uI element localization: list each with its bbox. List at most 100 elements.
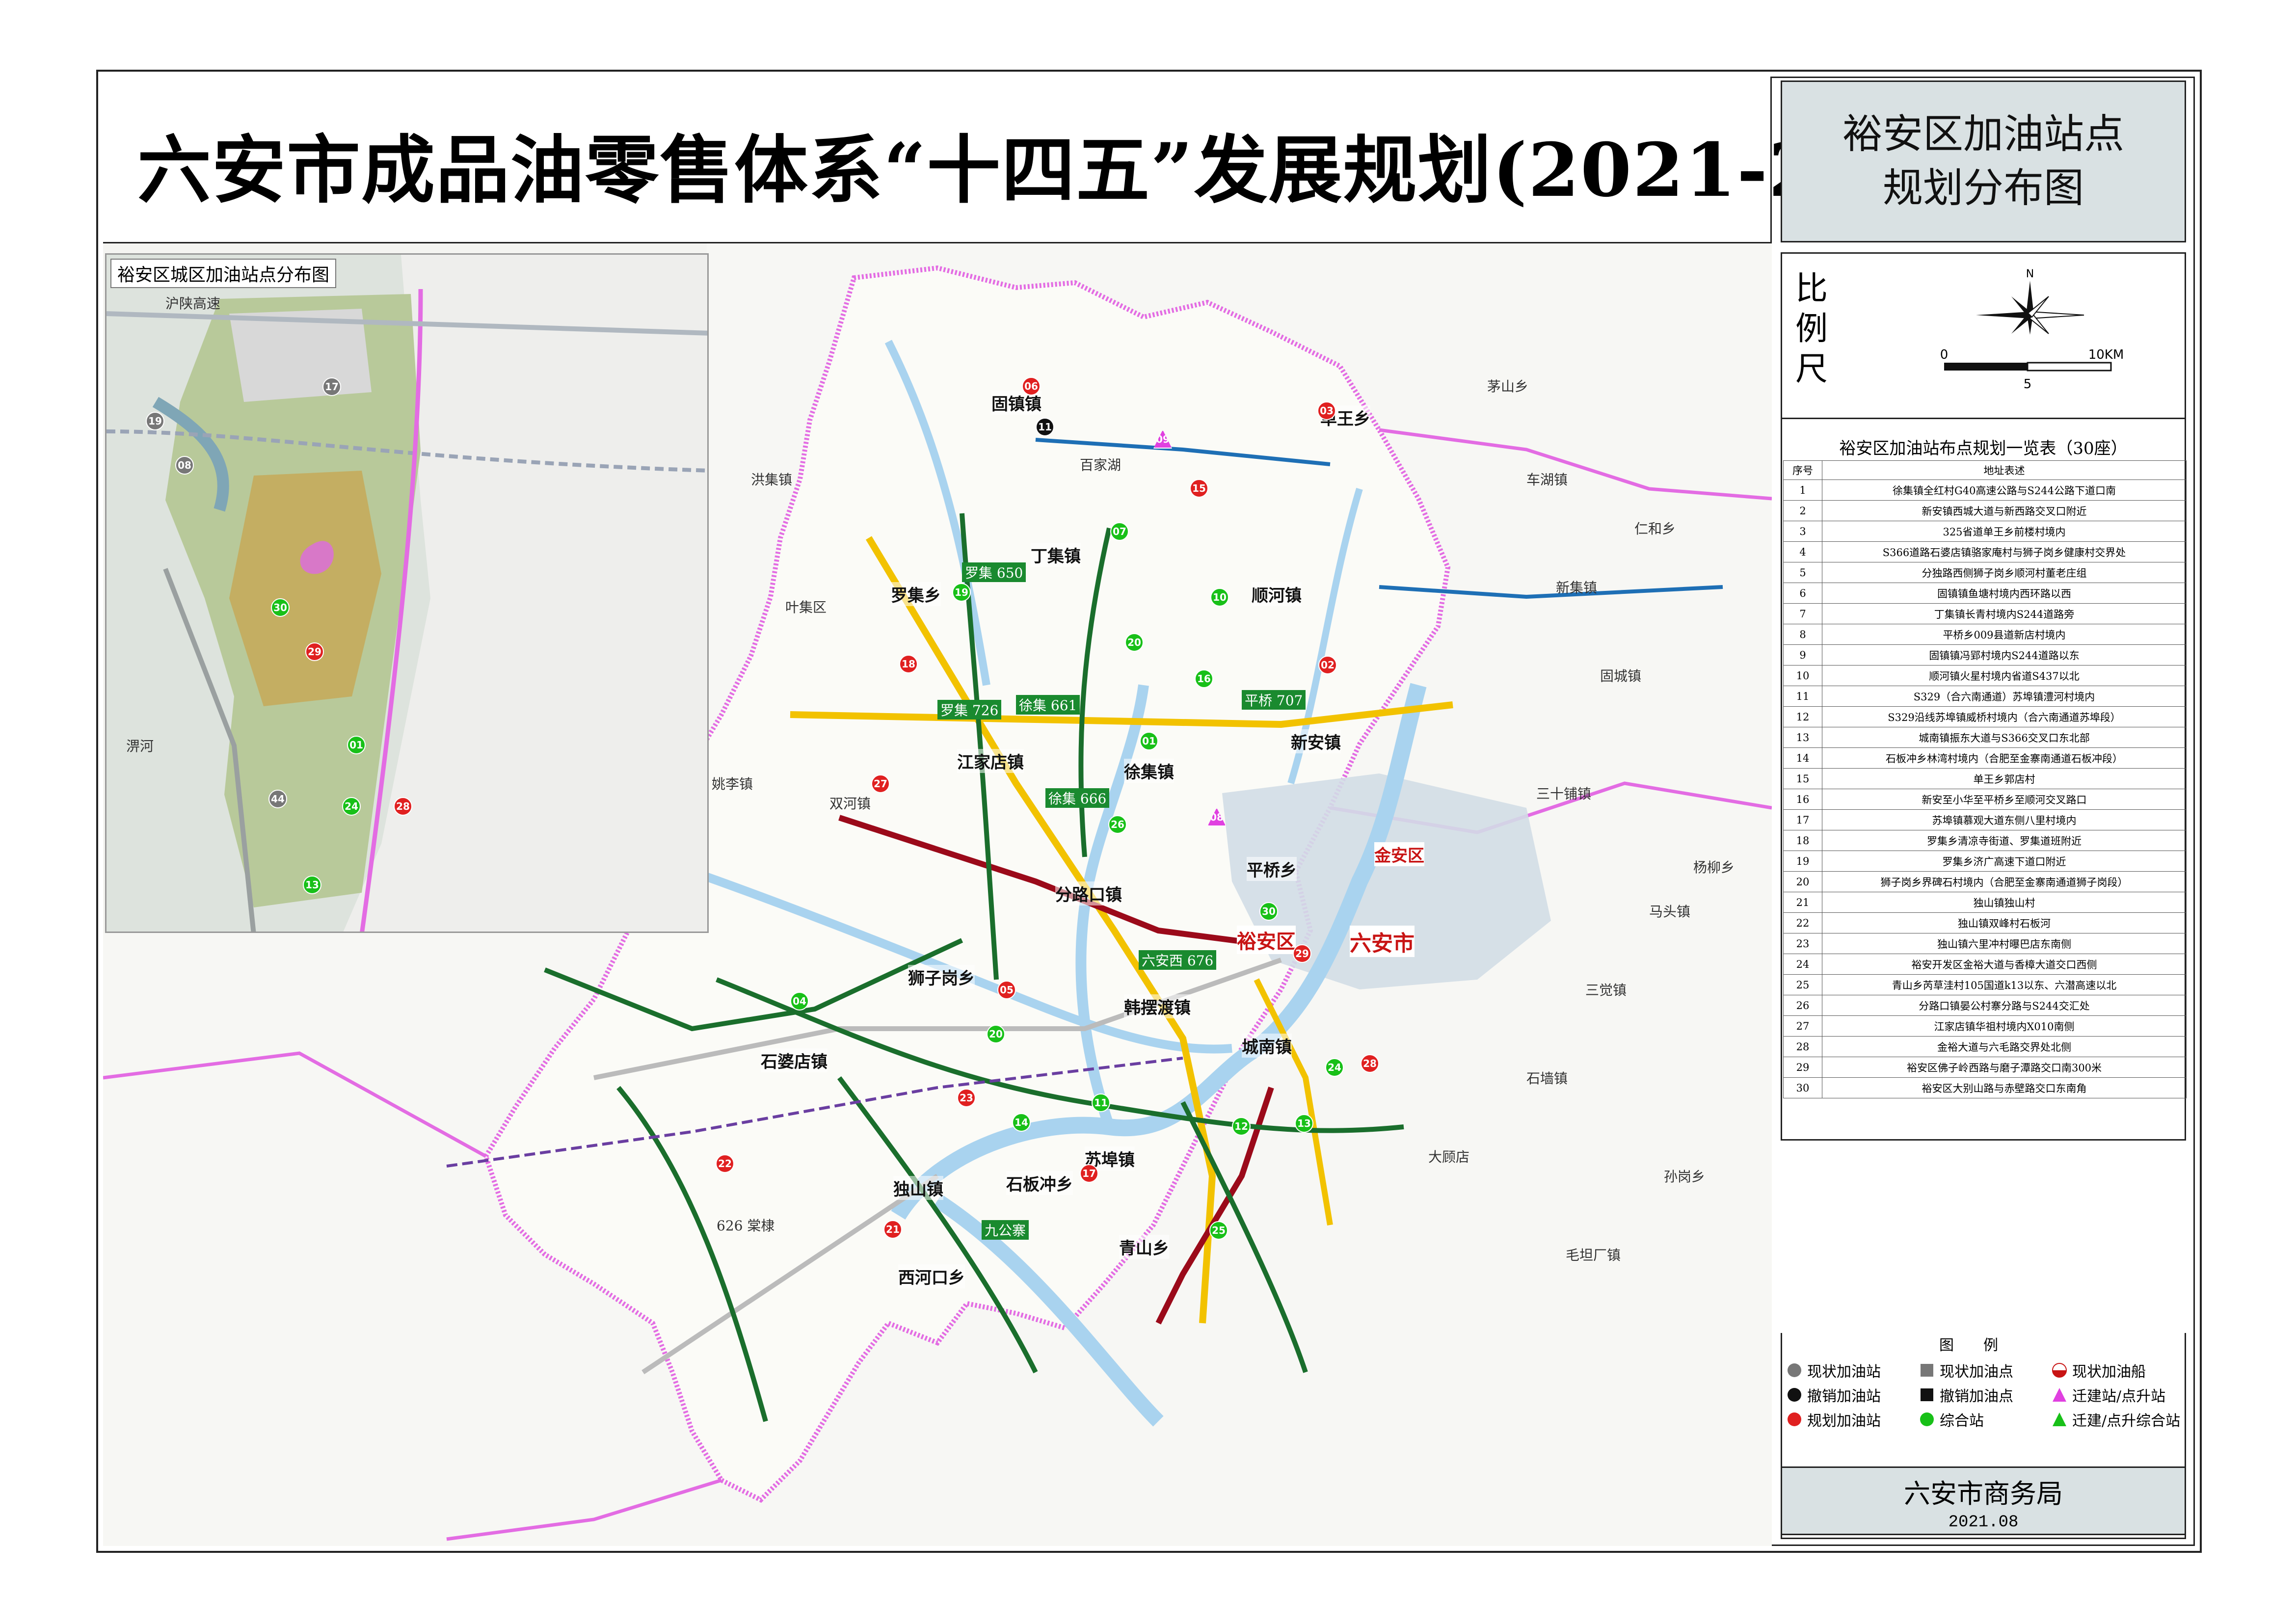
inset-station-08[interactable]: 08 — [175, 456, 194, 475]
place-label-1: 茅山乡 — [1487, 378, 1529, 395]
row-number: 20 — [1783, 871, 1822, 892]
place-label-9: 毛坦厂镇 — [1566, 1247, 1621, 1263]
table-header-row: 序号 地址表述 — [1783, 460, 2187, 480]
station-22[interactable]: 22 — [716, 1154, 734, 1173]
station-25[interactable]: 25 — [1209, 1221, 1228, 1240]
green-circle-icon — [1920, 1412, 1934, 1426]
row-address: S366道路石婆店镇骆家庵村与狮子岗乡健康村交界处 — [1822, 541, 2187, 562]
half-circle-icon — [2052, 1363, 2067, 1378]
road-label-luanxi676: 六安西 676 — [1139, 950, 1217, 970]
legend-service-station: 综合站 — [1919, 1409, 1984, 1430]
row-address: 平桥乡009县道新店村境内 — [1822, 624, 2187, 645]
legend-label: 迁建站/点升站 — [2072, 1388, 2166, 1405]
row-number: 24 — [1783, 954, 1822, 975]
row-address: 裕安开发区金裕大道与香樟大道交口西侧 — [1822, 954, 2187, 975]
row-number: 16 — [1783, 789, 1822, 810]
station-11-removed[interactable]: 11 — [1036, 418, 1054, 436]
title-block: 六安市成品油零售体系“十四五”发展规划(2021-2025年) — [103, 77, 2087, 243]
table-row: 22 独山镇双峰村石板河 — [1783, 912, 2187, 933]
station-14[interactable]: 14 — [1012, 1113, 1031, 1132]
town-fenlukou: 分路口镇 — [1055, 881, 1122, 905]
row-number: 17 — [1783, 809, 1822, 830]
table-row: 30 裕安区大别山路与赤壁路交口东南角 — [1783, 1077, 2187, 1098]
station-table-box: 裕安区加油站布点规划一览表（30座） 序号 地址表述 1 徐集镇全红村G40高速公… — [1781, 419, 2187, 1141]
panel-title: 裕安区加油站点 规划分布图 — [1781, 80, 2186, 242]
row-address: 单王乡郭店村 — [1822, 768, 2187, 789]
row-number: 7 — [1783, 603, 1822, 624]
inset-map[interactable]: 裕安区城区加油站点分布图 沪陕高速 淠河 19 08 17 30 29 44 2… — [105, 253, 709, 933]
station-26[interactable]: 26 — [1108, 815, 1127, 834]
station-16[interactable]: 16 — [1195, 669, 1213, 688]
map-area[interactable]: 裕安区城区加油站点分布图 沪陕高速 淠河 19 08 17 30 29 44 2… — [103, 243, 1772, 1546]
place-label-0: 百家湖 — [1080, 457, 1121, 473]
station-24[interactable]: 24 — [1325, 1058, 1344, 1077]
station-07[interactable]: 07 — [1110, 522, 1129, 541]
inset-station-24[interactable]: 24 — [342, 797, 361, 816]
station-15[interactable]: 15 — [1190, 479, 1208, 498]
scale-box: 比 例 尺 N 0 10KM 5 — [1781, 252, 2186, 419]
magenta-triangle-icon — [2053, 1388, 2066, 1402]
station-28[interactable]: 28 — [1361, 1054, 1379, 1073]
green-triangle-icon — [2053, 1412, 2066, 1426]
station-21[interactable]: 21 — [883, 1220, 902, 1239]
scale-tick-5: 5 — [2024, 377, 2032, 392]
station-10[interactable]: 10 — [1210, 588, 1229, 607]
station-20[interactable]: 20 — [987, 1025, 1005, 1043]
row-number: 1 — [1783, 479, 1822, 501]
row-address: 徐集镇全红村G40高速公路与S244公路下道口南 — [1822, 479, 2187, 501]
station-13[interactable]: 13 — [1295, 1114, 1313, 1133]
row-address: S329（合六南通道）苏埠镇澧河村境内 — [1822, 686, 2187, 707]
table-row: 25 青山乡芮草洼村105国道k13以东、六潜高速以北 — [1783, 974, 2187, 995]
gray-square-icon — [1921, 1364, 1933, 1377]
station-30[interactable]: 30 — [1259, 902, 1278, 921]
inset-station-17[interactable]: 17 — [322, 377, 341, 396]
town-dushan: 独山镇 — [893, 1176, 943, 1200]
station-04[interactable]: 04 — [790, 992, 809, 1011]
footer-date: 2021.08 — [1948, 1513, 2019, 1532]
row-address: 裕安区佛子岭西路与磨子潭路交口南300米 — [1822, 1057, 2187, 1078]
legend-existing-station: 现状加油站 — [1787, 1359, 1881, 1381]
legend-label: 综合站 — [1940, 1412, 1984, 1430]
station-20-north[interactable]: 20 — [1125, 633, 1144, 652]
table-row: 14 石板冲乡林湾村境内（合肥至金寨南通道石板冲段） — [1783, 747, 2187, 769]
station-01[interactable]: 01 — [1140, 732, 1158, 750]
station-29[interactable]: 29 — [1293, 944, 1311, 963]
row-address: 新安至小华至平桥乡至顺河交叉路口 — [1822, 789, 2187, 810]
legend-label: 现状加油点 — [1940, 1363, 2013, 1381]
place-label-3: 新集镇 — [1556, 580, 1598, 596]
inset-station-19[interactable]: 19 — [146, 412, 164, 430]
station-23[interactable]: 23 — [957, 1089, 976, 1107]
town-shiziganxiang: 狮子岗乡 — [908, 965, 975, 989]
legend-label: 规划加油站 — [1807, 1412, 1881, 1430]
station-19[interactable]: 19 — [952, 583, 971, 602]
place-label-10: 三十铺镇 — [1536, 786, 1592, 802]
inset-station-01[interactable]: 01 — [347, 736, 366, 754]
station-02[interactable]: 02 — [1318, 656, 1337, 674]
station-11[interactable]: 11 — [1092, 1093, 1110, 1112]
inset-station-44[interactable]: 44 — [268, 790, 287, 808]
station-12[interactable]: 12 — [1232, 1117, 1251, 1136]
table-row: 10 顺河镇火星村境内省道S437以北 — [1783, 665, 2187, 686]
black-circle-icon — [1788, 1388, 1801, 1402]
station-17[interactable]: 17 — [1080, 1164, 1098, 1183]
road-label-luoji650: 罗集 650 — [962, 562, 1026, 582]
town-luoji: 罗集乡 — [891, 582, 941, 606]
station-18[interactable]: 18 — [899, 655, 918, 673]
row-number: 25 — [1783, 974, 1822, 995]
inset-station-29[interactable]: 29 — [305, 642, 324, 661]
row-number: 26 — [1783, 995, 1822, 1016]
panel-title-line2: 规划分布图 — [1882, 165, 2084, 212]
station-05[interactable]: 05 — [997, 981, 1016, 999]
place-label-12: 杨柳乡 — [1693, 859, 1735, 876]
legend-existing-point: 现状加油点 — [1919, 1359, 2013, 1381]
inset-station-28[interactable]: 28 — [394, 797, 412, 816]
inset-station-13[interactable]: 13 — [303, 876, 321, 894]
row-address: 江家店镇华祖村境内X010南侧 — [1822, 1015, 2187, 1037]
table-row: 7 丁集镇长青村境内S244道路旁 — [1783, 603, 2187, 624]
town-qingshan: 青山乡 — [1119, 1235, 1169, 1259]
inset-station-30[interactable]: 30 — [271, 598, 290, 617]
station-27[interactable]: 27 — [871, 774, 890, 793]
row-address: 固镇镇鱼塘村境内西环路以西 — [1822, 583, 2187, 604]
station-03[interactable]: 03 — [1317, 401, 1336, 420]
station-06[interactable]: 06 — [1022, 377, 1041, 396]
